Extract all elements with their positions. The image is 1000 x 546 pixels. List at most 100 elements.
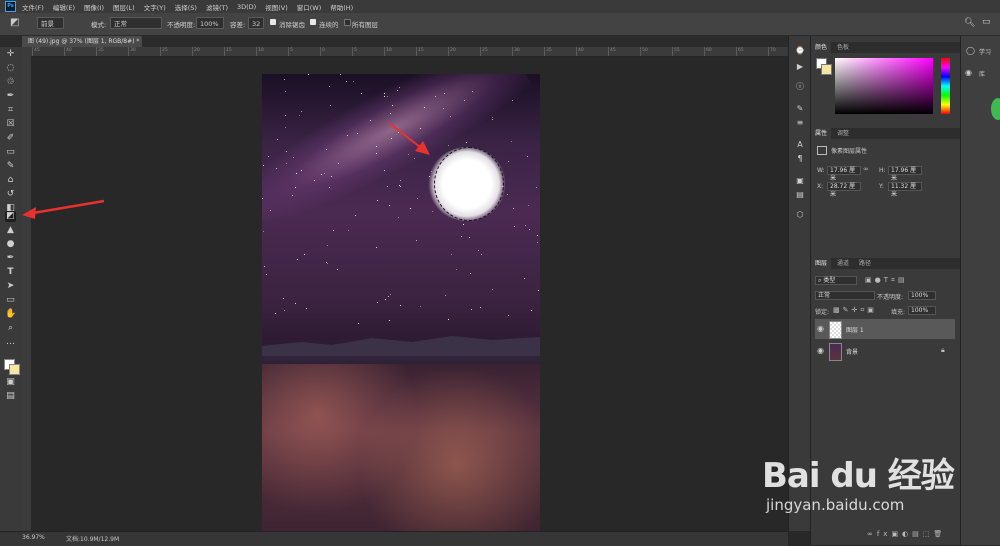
tab-color[interactable]: 颜色 xyxy=(811,42,832,53)
layer-row[interactable]: ◉ 图层 1 xyxy=(815,319,955,339)
tab-swatches[interactable]: 色板 xyxy=(833,42,853,53)
tab-properties[interactable]: 属性 xyxy=(811,128,832,139)
actions-icon[interactable]: ▶ xyxy=(795,62,805,72)
frame-tool-icon[interactable]: ☒ xyxy=(5,119,16,130)
path-select-tool-icon[interactable]: ➤ xyxy=(5,281,16,292)
image-canvas[interactable] xyxy=(262,74,540,531)
eyedropper-tool-icon[interactable]: ✐ xyxy=(5,133,16,144)
color-field[interactable] xyxy=(835,58,933,114)
stamp-tool-icon[interactable]: ⌂ xyxy=(5,175,16,186)
crop-tool-icon[interactable]: ⌗ xyxy=(5,105,16,116)
3d-icon[interactable]: ⬡ xyxy=(795,210,805,220)
menu-window[interactable]: 窗口(W) xyxy=(297,2,322,12)
menu-file[interactable]: 文件(F) xyxy=(22,2,44,12)
library-label[interactable]: 库 xyxy=(979,69,985,78)
layer-opacity-input[interactable]: 100% xyxy=(908,291,936,300)
all-layers-checkbox[interactable] xyxy=(344,19,351,26)
selection-marquee[interactable] xyxy=(434,147,504,221)
antialias-checkbox[interactable] xyxy=(270,19,276,25)
history-brush-tool-icon[interactable]: ↺ xyxy=(5,189,16,200)
image-panel-icon[interactable]: ▣ xyxy=(795,176,805,186)
learn-label[interactable]: 学习 xyxy=(979,47,991,56)
hue-slider[interactable] xyxy=(941,58,950,114)
background-color-swatch[interactable] xyxy=(9,364,20,375)
layer-filter-select[interactable]: ⌕ 类型 xyxy=(815,276,857,285)
y-input[interactable]: 11.32 厘米 xyxy=(888,182,922,198)
menu-view[interactable]: 视图(V) xyxy=(265,2,288,12)
library-icon[interactable]: ◉ xyxy=(965,68,972,77)
antialias-label: 消除锯齿 xyxy=(279,21,305,29)
lock-icons[interactable]: ▩✎✛⌗▣ xyxy=(833,306,877,315)
ruler-tick xyxy=(256,47,257,56)
menu-filter[interactable]: 滤镜(T) xyxy=(206,2,228,12)
menu-select[interactable]: 选择(S) xyxy=(175,2,197,12)
layer-name[interactable]: 背景 xyxy=(846,347,858,356)
menu-help[interactable]: 帮助(H) xyxy=(330,2,353,12)
ruler-tick xyxy=(736,47,737,56)
lasso-tool-icon[interactable]: ♲ xyxy=(5,77,16,88)
paint-bucket-preset-icon[interactable]: ◩ xyxy=(10,17,19,28)
info-icon[interactable]: ⓘ xyxy=(795,82,805,92)
layer-name[interactable]: 图层 1 xyxy=(846,325,864,334)
x-input[interactable]: 28.72 厘米 xyxy=(827,182,861,198)
fill-source-select[interactable]: 前景 xyxy=(37,17,64,29)
ruler-tick-label: 70 xyxy=(770,48,776,53)
history-icon[interactable]: ⌚ xyxy=(795,46,805,56)
menu-layer[interactable]: 图层(L) xyxy=(113,2,135,12)
layers-footer-icons[interactable]: ∞fx▣◐▤⬚🗑︎ xyxy=(867,530,946,538)
lightbulb-icon[interactable]: ◯ xyxy=(966,46,975,55)
color-panel-background[interactable] xyxy=(821,64,832,75)
paragraph-icon[interactable]: ¶ xyxy=(795,154,805,164)
adjustments-icon[interactable]: ≡ xyxy=(795,118,805,128)
search-icon[interactable]: 🔍︎ xyxy=(964,18,975,28)
zoom-level[interactable]: 36.97% xyxy=(22,534,45,541)
blur-tool-icon[interactable]: ▲ xyxy=(5,225,16,236)
tab-paths[interactable]: 路径 xyxy=(855,258,875,269)
quick-select-tool-icon[interactable]: ✒ xyxy=(5,91,16,102)
dodge-tool-icon[interactable]: ● xyxy=(5,239,16,250)
type-tool-icon[interactable]: T xyxy=(5,267,16,278)
height-input[interactable]: 17.96 厘米 xyxy=(888,166,922,182)
menu-image[interactable]: 图像(I) xyxy=(84,2,104,12)
mode-select[interactable]: 正常 xyxy=(110,17,162,29)
document-tab[interactable]: 图 (49).jpg @ 37% (图层 1, RGB/8#) * xyxy=(22,36,142,47)
fill-input[interactable]: 100% xyxy=(908,306,936,315)
screen-mode-icon[interactable]: ▤ xyxy=(5,391,16,402)
quick-mask-icon[interactable]: ▣ xyxy=(5,377,16,388)
menu-3d[interactable]: 3D(D) xyxy=(237,3,256,11)
tab-channels[interactable]: 通道 xyxy=(833,258,853,269)
contiguous-checkbox[interactable] xyxy=(310,19,316,25)
tools-panel: ✛ ◌ ♲ ✒ ⌗ ☒ ✐ ▭ ✎ ⌂ ↺ ◧ ◩ ▲ ● ✒ T ➤ ▭ ✋ … xyxy=(0,47,23,531)
menu-type[interactable]: 文字(Y) xyxy=(144,2,166,12)
eye-icon[interactable]: ◉ xyxy=(817,324,824,333)
layer-filter-icons[interactable]: ▣●T⌗▤ xyxy=(865,276,935,285)
pen-tool-icon[interactable]: ✒ xyxy=(5,253,16,264)
tab-layers[interactable]: 图层 xyxy=(811,258,832,269)
layer-row[interactable]: ◉ 背景 🔒︎ xyxy=(815,341,955,361)
all-layers-label: 所有图层 xyxy=(352,21,378,29)
opacity-input[interactable]: 100% xyxy=(196,17,224,29)
character-icon[interactable]: A xyxy=(795,140,805,150)
width-input[interactable]: 17.96 厘米 xyxy=(827,166,861,182)
notes-icon[interactable]: ▤ xyxy=(795,190,805,200)
rectangle-tool-icon[interactable]: ▭ xyxy=(5,295,16,306)
layer-blend-mode-select[interactable]: 正常 xyxy=(815,291,875,300)
workspace-icon[interactable]: ▭ xyxy=(982,17,991,27)
tab-adjustments[interactable]: 调整 xyxy=(833,128,853,139)
move-tool-icon[interactable]: ✛ xyxy=(5,49,16,60)
hand-tool-icon[interactable]: ✋ xyxy=(5,309,16,320)
zoom-tool-icon[interactable]: ⌕ xyxy=(5,323,16,334)
menu-edit[interactable]: 编辑(E) xyxy=(53,2,75,12)
more-tools-icon[interactable]: … xyxy=(5,337,16,348)
marquee-tool-icon[interactable]: ◌ xyxy=(5,63,16,74)
healing-tool-icon[interactable]: ▭ xyxy=(5,147,16,158)
eye-icon[interactable]: ◉ xyxy=(817,346,824,355)
ruler-tick-label: 40 xyxy=(578,48,584,53)
link-icon[interactable]: ∞ xyxy=(863,165,869,173)
brush-settings-icon[interactable]: ✎ xyxy=(795,104,805,114)
city-lights xyxy=(262,364,540,531)
brush-tool-icon[interactable]: ✎ xyxy=(5,161,16,172)
tolerance-input[interactable]: 32 xyxy=(248,17,264,29)
y-label: Y: xyxy=(879,183,884,190)
paint-bucket-tool-icon[interactable]: ◩ xyxy=(5,211,16,222)
